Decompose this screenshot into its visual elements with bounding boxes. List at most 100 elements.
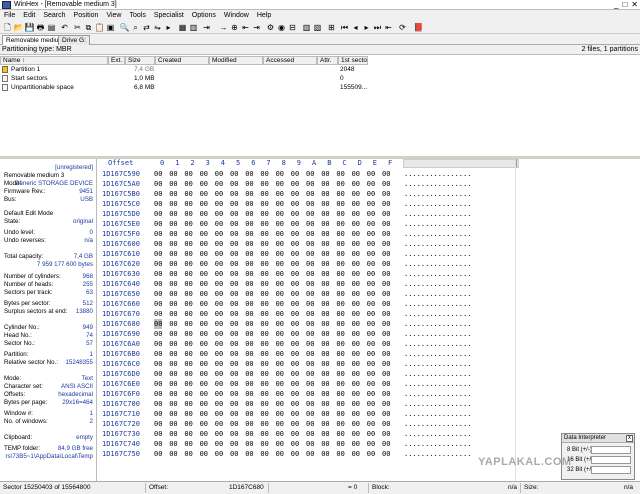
hex-byte[interactable]: 00 [352,239,360,249]
hex-byte[interactable]: 00 [260,429,268,439]
hex-byte[interactable]: 00 [352,429,360,439]
ascii-text[interactable]: ................ [404,189,471,199]
hex-byte[interactable]: 00 [352,229,360,239]
hex-row[interactable]: 1D167C6C0 00 00 00 00 00 00 00 00 00 00 00 00 00 00 00 0… [98,359,518,369]
hex-byte[interactable]: 00 [321,199,329,209]
hex-byte[interactable]: 00 [291,249,299,259]
hex-byte[interactable]: 00 [245,279,253,289]
hex-byte[interactable]: 00 [245,339,253,349]
hex-byte[interactable]: 00 [215,309,223,319]
hex-byte[interactable]: 00 [321,429,329,439]
hex-byte[interactable]: 00 [154,259,162,269]
hex-byte[interactable]: 00 [291,399,299,409]
hex-byte[interactable]: 00 [336,279,344,289]
close-icon[interactable]: x [626,435,633,442]
hex-row[interactable]: 1D167C5B0 00 00 00 00 00 00 00 00 00 00 00 00 00 00 00 0… [98,189,518,199]
hex-byte[interactable]: 00 [367,409,375,419]
hex-byte[interactable]: 00 [260,439,268,449]
hex-byte[interactable]: 00 [184,429,192,439]
hex-byte[interactable]: 00 [215,299,223,309]
hex-byte[interactable]: 00 [260,449,268,459]
paste-icon[interactable]: 📋 [95,23,105,32]
hex-byte[interactable]: 00 [215,319,223,329]
hex-byte[interactable]: 00 [169,349,177,359]
hex-byte[interactable]: 00 [276,169,284,179]
hex-byte[interactable]: 00 [336,439,344,449]
hex-byte[interactable]: 00 [276,309,284,319]
hex-byte[interactable]: 00 [336,319,344,329]
hex-byte[interactable]: 00 [367,209,375,219]
hex-byte[interactable]: 00 [336,239,344,249]
hex-byte[interactable]: 00 [200,199,208,209]
hex-byte[interactable]: 00 [306,379,314,389]
hex-byte[interactable]: 00 [184,299,192,309]
hex-byte[interactable]: 00 [230,239,238,249]
hex-byte[interactable]: 00 [352,169,360,179]
hex-byte[interactable]: 00 [245,169,253,179]
menu-file[interactable]: File [0,12,19,19]
hex-byte[interactable]: 00 [169,289,177,299]
hex-byte[interactable]: 00 [215,439,223,449]
hex-byte[interactable]: 00 [200,419,208,429]
menu-position[interactable]: Position [70,12,103,19]
hex-byte[interactable]: 00 [200,239,208,249]
hex-byte[interactable]: 00 [336,399,344,409]
hex-byte[interactable]: 00 [336,389,344,399]
hex-byte[interactable]: 00 [336,289,344,299]
hex-byte[interactable]: 00 [154,449,162,459]
hex-byte[interactable]: 00 [169,369,177,379]
hex-byte[interactable]: 00 [382,389,390,399]
hex-byte[interactable]: 00 [154,189,162,199]
hex-byte[interactable]: 00 [200,309,208,319]
hex-byte[interactable]: 00 [169,339,177,349]
ascii-text[interactable]: ................ [404,389,471,399]
hex-byte[interactable]: 00 [260,349,268,359]
paste-special-icon[interactable]: ▣ [106,23,115,32]
hex-byte[interactable]: 00 [230,199,238,209]
int8-value[interactable] [591,446,631,454]
hex-byte[interactable]: 00 [245,249,253,259]
hex-byte[interactable]: 00 [215,419,223,429]
hex-byte[interactable]: 00 [276,209,284,219]
hex-byte[interactable]: 00 [382,419,390,429]
hex-byte[interactable]: 00 [336,229,344,239]
hex-byte[interactable]: 00 [260,399,268,409]
hex-byte[interactable]: 00 [184,199,192,209]
hex-byte[interactable]: 00 [200,209,208,219]
hex-byte[interactable]: 00 [215,339,223,349]
hex-byte[interactable]: 00 [200,299,208,309]
hex-byte[interactable]: 00 [245,329,253,339]
hex-byte[interactable]: 00 [276,229,284,239]
hex-byte[interactable]: 00 [336,209,344,219]
hex-byte[interactable]: 00 [215,429,223,439]
ram-icon[interactable]: ▥ [302,23,311,32]
hex-byte[interactable]: 00 [367,339,375,349]
hex-byte[interactable]: 00 [200,269,208,279]
hex-byte[interactable]: 00 [367,419,375,429]
hex-byte[interactable]: 00 [169,319,177,329]
hex-byte[interactable]: 00 [260,239,268,249]
hex-byte[interactable]: 00 [321,369,329,379]
hex-byte[interactable]: 00 [382,279,390,289]
column-header-attr[interactable]: Attr. [317,56,338,65]
hex-byte[interactable]: 00 [336,369,344,379]
hex-byte[interactable]: 00 [321,239,329,249]
hex-byte[interactable]: 00 [245,209,253,219]
hex-byte[interactable]: 00 [352,299,360,309]
hex-byte[interactable]: 00 [154,299,162,309]
open-folder-icon[interactable]: 📂 [14,23,24,32]
replace-hex-icon[interactable]: ⇋ [153,23,162,32]
hex-byte[interactable]: 00 [200,379,208,389]
hex-byte[interactable]: 00 [367,269,375,279]
hex-byte[interactable]: 00 [367,369,375,379]
hex-byte[interactable]: 00 [184,389,192,399]
hex-byte[interactable]: 00 [154,239,162,249]
ascii-text[interactable]: ................ [404,289,471,299]
hex-byte[interactable]: 00 [382,199,390,209]
hex-byte[interactable]: 00 [352,319,360,329]
hex-byte[interactable]: 00 [245,399,253,409]
hex-byte[interactable]: 00 [154,349,162,359]
hex-byte[interactable]: 00 [230,209,238,219]
hex-byte[interactable]: 00 [154,219,162,229]
hex-byte[interactable]: 00 [215,249,223,259]
